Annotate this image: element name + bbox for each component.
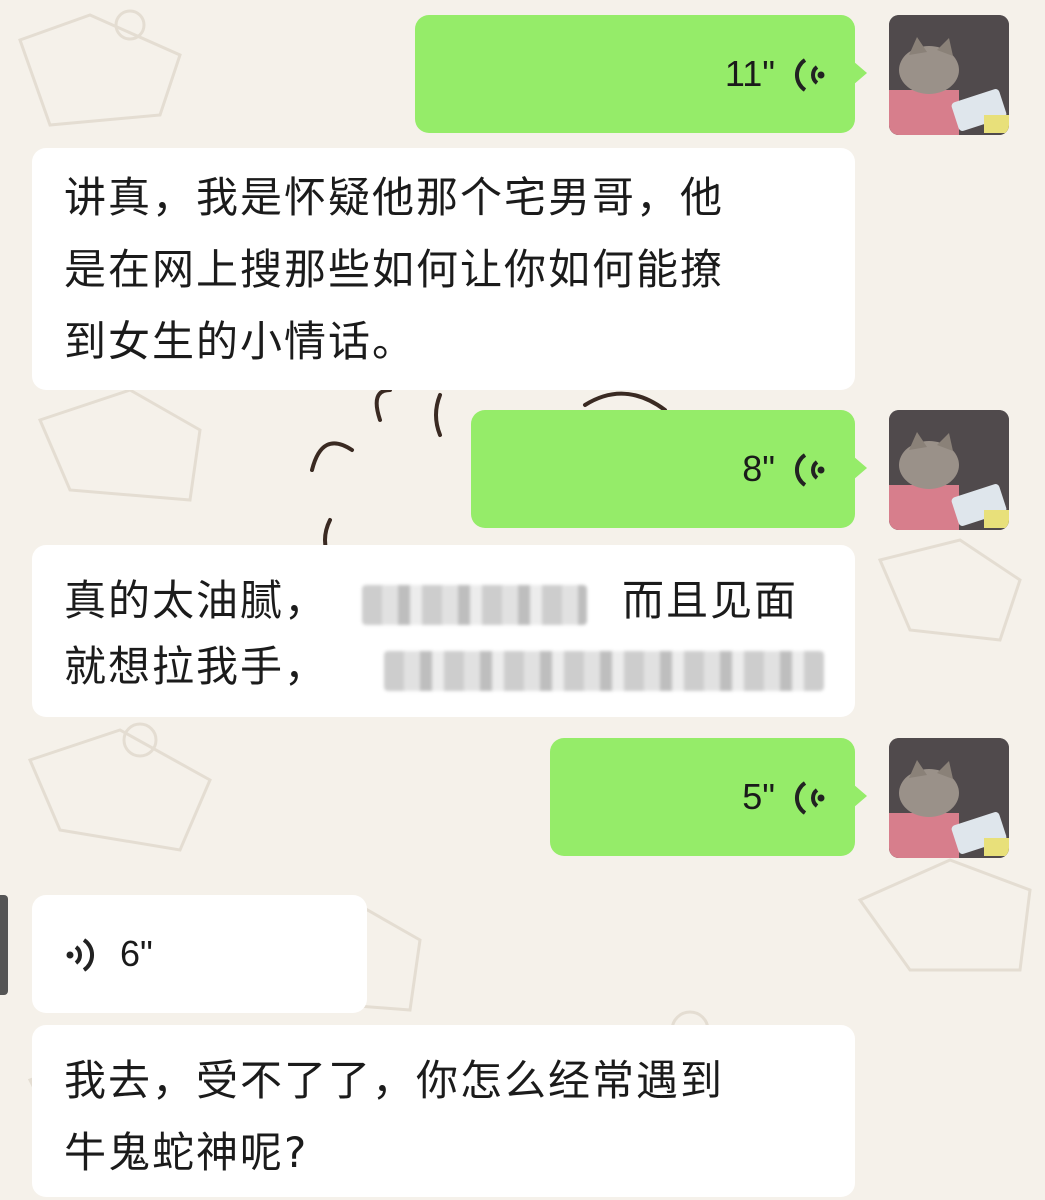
redacted-text bbox=[384, 651, 824, 691]
message-line-end: 而且见面 bbox=[622, 576, 799, 625]
message-line: 我去，受不了了，你怎么经常遇到 bbox=[64, 1056, 725, 1105]
sent-voice-bubble[interactable]: 11" bbox=[415, 15, 867, 133]
message-line-start: 就想拉我手， bbox=[64, 642, 329, 691]
voice-wave-icon bbox=[66, 938, 94, 972]
cat-avatar[interactable] bbox=[889, 410, 1009, 530]
message-line: 讲真，我是怀疑他那个宅男哥，他 bbox=[64, 173, 725, 222]
message-line: 是在网上搜那些如何让你如何能撩 bbox=[64, 245, 725, 294]
sent-voice-bubble[interactable]: 5" bbox=[550, 738, 867, 856]
redacted-text bbox=[362, 585, 587, 625]
cat-avatar[interactable] bbox=[889, 15, 1009, 135]
message-line: 到女生的小情话。 bbox=[64, 317, 417, 366]
sent-voice-bubble[interactable]: 8" bbox=[471, 410, 867, 528]
cat-avatar[interactable] bbox=[889, 738, 1009, 858]
voice-duration: 11" bbox=[724, 53, 775, 94]
voice-duration: 6" bbox=[120, 933, 153, 974]
side-scroll-handle[interactable] bbox=[0, 895, 8, 995]
received-text-bubble[interactable]: 真的太油腻， 而且见面 就想拉我手， bbox=[32, 545, 855, 717]
received-text-bubble[interactable]: 讲真，我是怀疑他那个宅男哥，他 是在网上搜那些如何让你如何能撩 到女生的小情话。 bbox=[32, 148, 855, 390]
voice-wave-icon bbox=[795, 781, 825, 815]
message-line-start: 真的太油腻， bbox=[64, 576, 329, 625]
voice-duration: 5" bbox=[742, 776, 775, 817]
received-text-bubble[interactable]: 我去，受不了了，你怎么经常遇到 牛鬼蛇神呢? bbox=[32, 1025, 855, 1197]
voice-wave-icon bbox=[795, 58, 825, 92]
voice-duration: 8" bbox=[742, 448, 775, 489]
received-voice-bubble[interactable]: 6" bbox=[32, 895, 367, 1013]
message-line: 牛鬼蛇神呢? bbox=[64, 1128, 309, 1177]
voice-wave-icon bbox=[795, 453, 825, 487]
